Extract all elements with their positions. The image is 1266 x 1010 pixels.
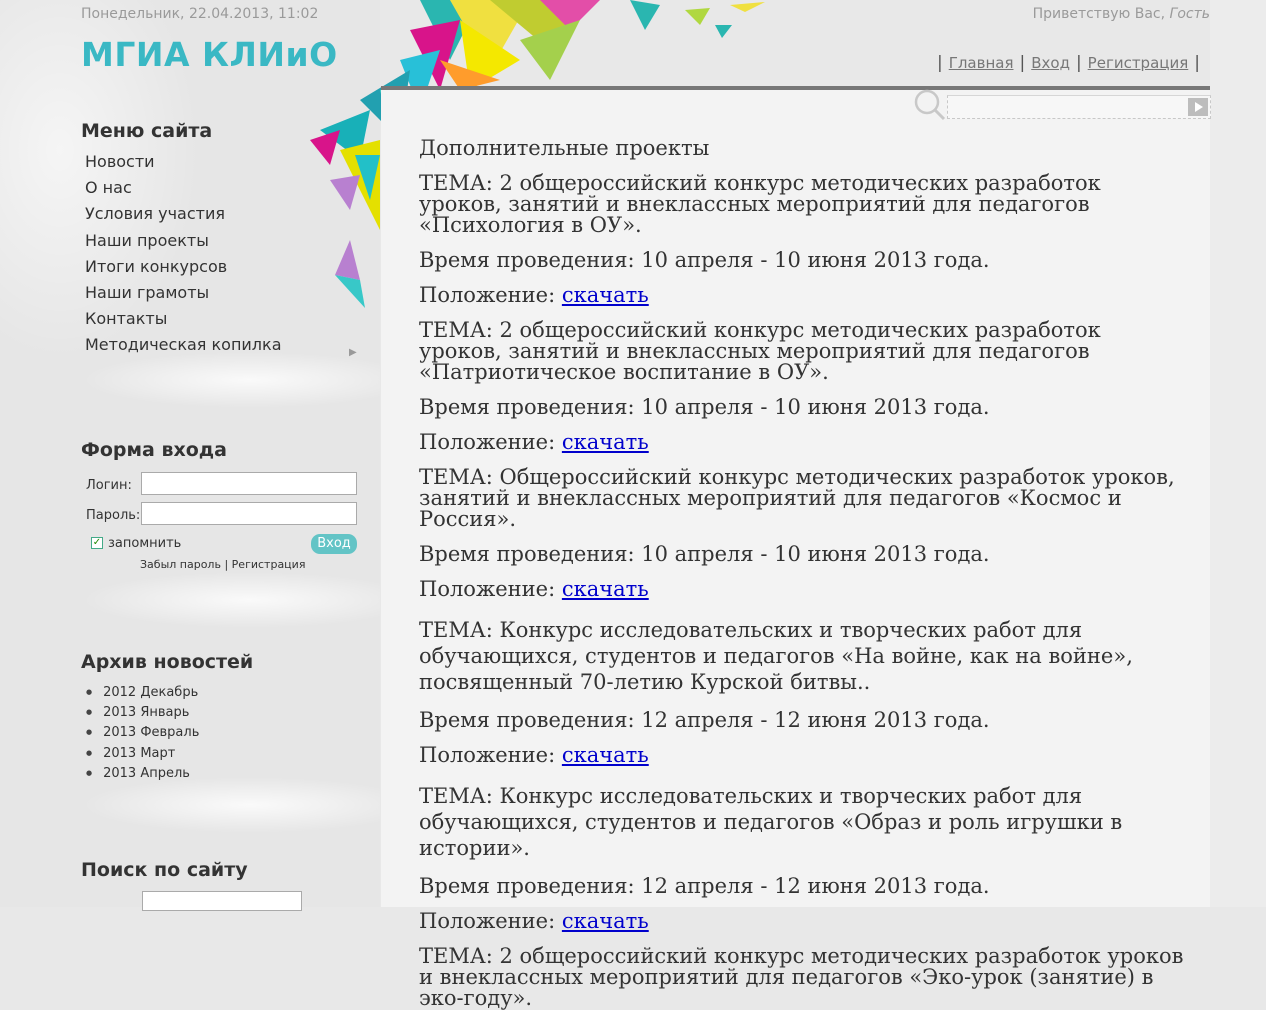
archive-item[interactable]: 2013 Март	[86, 744, 199, 764]
item-theme: ТЕМА: 2 общероссийский конкурс методичес…	[419, 171, 1101, 237]
archive-item[interactable]: 2013 Февраль	[86, 723, 199, 743]
menu-title: Меню сайта	[81, 120, 213, 142]
article-body: Дополнительные проекты ТЕМА: 2 общеросси…	[419, 138, 1189, 1009]
user-name: Гость	[1169, 6, 1210, 22]
item-position: Положение: скачать	[419, 743, 649, 767]
item-position: Положение: скачать	[419, 430, 649, 454]
item-time: Время проведения: 12 апреля - 12 июня 20…	[419, 708, 990, 732]
item-time: Время проведения: 10 апреля - 10 июня 20…	[419, 395, 990, 419]
archive-item[interactable]: 2013 Апрель	[86, 764, 199, 784]
current-date: Понедельник, 22.04.2013, 11:02	[81, 6, 319, 22]
archive-item[interactable]: 2012 Декабрь	[86, 683, 199, 703]
menu-item-results[interactable]: Итоги конкурсов	[85, 255, 282, 281]
menu-item-methodical[interactable]: Методическая копилка	[85, 333, 282, 359]
menu-item-conditions[interactable]: Условия участия	[85, 202, 282, 228]
item-time: Время проведения: 10 апреля - 10 июня 20…	[419, 542, 990, 566]
nav-home-link[interactable]: Главная	[949, 54, 1014, 72]
archive-item[interactable]: 2013 Январь	[86, 703, 199, 723]
forgot-password-link[interactable]: Забыл пароль	[140, 558, 221, 571]
remember-label: запомнить	[108, 536, 182, 551]
menu-item-news[interactable]: Новости	[85, 150, 282, 176]
download-link[interactable]: скачать	[562, 283, 649, 307]
decorative-polygons-small	[335, 240, 365, 308]
password-input[interactable]	[141, 502, 357, 525]
top-search-button[interactable]	[1188, 98, 1208, 116]
item-theme: ТЕМА: 2 общероссийский конкурс методичес…	[419, 318, 1101, 384]
submenu-arrow-icon[interactable]: ▶	[349, 347, 357, 358]
menu-item-projects[interactable]: Наши проекты	[85, 229, 282, 255]
welcome-text: Приветствую Вас, Гость	[1033, 6, 1210, 22]
download-link[interactable]: скачать	[562, 577, 649, 601]
top-navigation: | Главная | Вход | Регистрация |	[936, 53, 1200, 73]
login-label: Логин:	[86, 478, 132, 493]
item-time: Время проведения: 10 апреля - 10 июня 20…	[419, 248, 990, 272]
register-link[interactable]: Регистрация	[232, 558, 306, 571]
site-search-title: Поиск по сайту	[81, 859, 248, 881]
download-link[interactable]: скачать	[562, 909, 649, 933]
news-archive: 2012 Декабрь 2013 Январь 2013 Февраль 20…	[86, 683, 199, 784]
download-link[interactable]: скачать	[562, 743, 649, 767]
menu-item-about[interactable]: О нас	[85, 176, 282, 202]
menu-item-diplomas[interactable]: Наши грамоты	[85, 281, 282, 307]
remember-checkbox[interactable]: ✓	[91, 537, 103, 549]
top-search-input[interactable]	[947, 95, 1211, 119]
login-links: Забыл пароль | Регистрация	[140, 558, 306, 571]
password-label: Пароль:	[86, 508, 141, 523]
site-menu: Новости О нас Условия участия Наши проек…	[85, 150, 282, 360]
search-icon	[914, 89, 946, 121]
page-title: Дополнительные проекты	[419, 136, 710, 160]
download-link[interactable]: скачать	[562, 430, 649, 454]
item-theme: ТЕМА: 2 общероссийский конкурс методичес…	[419, 944, 1184, 1010]
nav-register-link[interactable]: Регистрация	[1088, 54, 1189, 72]
item-position: Положение: скачать	[419, 577, 649, 601]
greeting-text: Приветствую Вас,	[1032, 6, 1166, 22]
item-position: Положение: скачать	[419, 283, 649, 307]
login-button[interactable]: Вход	[311, 534, 357, 554]
archive-title: Архив новостей	[81, 651, 254, 673]
right-margin	[1210, 0, 1266, 907]
item-time: Время проведения: 12 апреля - 12 июня 20…	[419, 874, 990, 898]
item-position: Положение: скачать	[419, 909, 649, 933]
menu-item-contacts[interactable]: Контакты	[85, 307, 282, 333]
nav-login-link[interactable]: Вход	[1031, 54, 1070, 72]
item-theme: ТЕМА: Конкурс исследовательских и творче…	[419, 784, 1123, 860]
login-input[interactable]	[141, 472, 357, 495]
site-search-input[interactable]	[142, 891, 302, 911]
item-theme: ТЕМА: Общероссийский конкурс методически…	[419, 465, 1175, 531]
play-arrow-icon	[1195, 102, 1203, 112]
login-title: Форма входа	[81, 439, 227, 461]
site-logo[interactable]: МГИА КЛИиО	[81, 35, 338, 74]
item-theme: ТЕМА: Конкурс исследовательских и творче…	[419, 618, 1133, 694]
